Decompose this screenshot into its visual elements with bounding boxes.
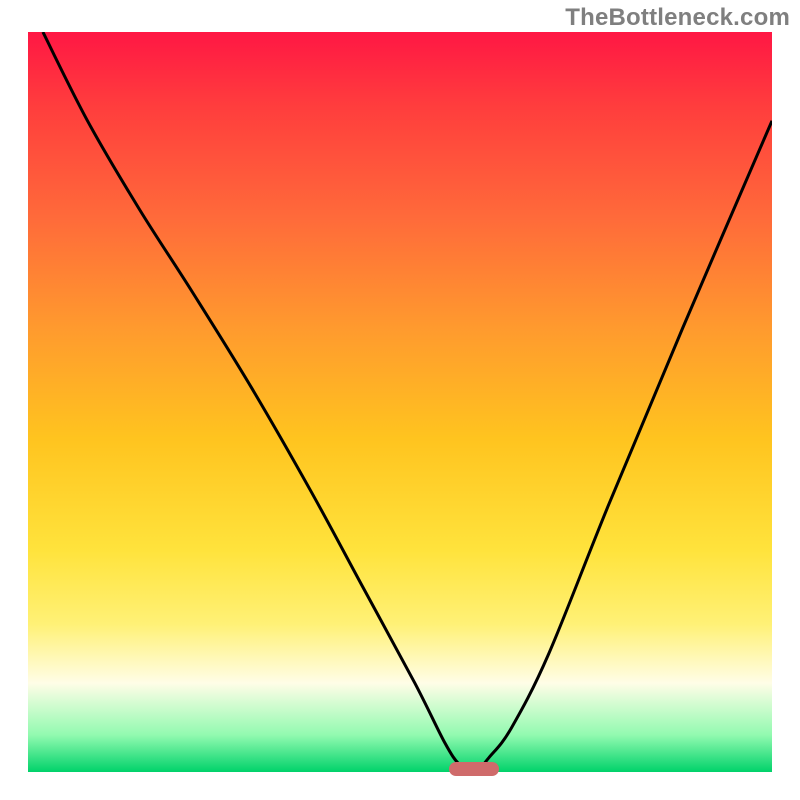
bottleneck-gradient-plot <box>28 32 772 772</box>
attribution-text: TheBottleneck.com <box>565 4 790 32</box>
optimal-point-marker <box>449 762 499 776</box>
